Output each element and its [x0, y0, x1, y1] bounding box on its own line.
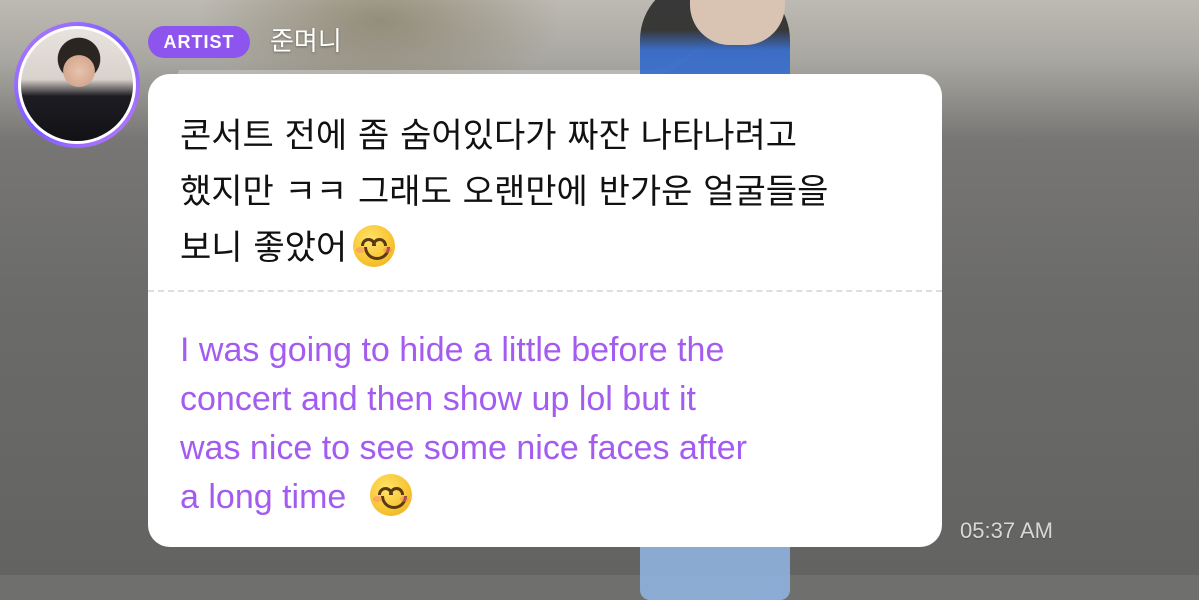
artist-badge: ARTIST [148, 26, 250, 58]
smiling-face-emoji-icon [369, 474, 412, 516]
smiling-face-emoji-icon [353, 225, 396, 267]
message-translation-line: I was going to hide a little before the [180, 331, 725, 369]
artist-avatar-ring[interactable] [14, 22, 140, 148]
username[interactable]: 준며니 [270, 24, 342, 60]
message-translation-line: was nice to see some nice faces after [180, 429, 747, 467]
translation-divider [148, 290, 942, 292]
message-korean-line-text: 보니 좋았어 [180, 228, 348, 268]
avatar[interactable] [18, 26, 136, 144]
message-korean-line: 했지만 ㅋㅋ 그래도 오랜만에 반가운 얼굴들을 [180, 172, 829, 212]
message-translation: I was going to hide a little before the … [180, 326, 920, 522]
message-timestamp: 05:37 AM [960, 518, 1053, 543]
message-translation-line: concert and then show up lol but it [180, 380, 696, 418]
message-translation-line: a long time [180, 473, 920, 522]
message-korean-line: 콘서트 전에 좀 숨어있다가 짜잔 나타나려고 [180, 116, 798, 156]
message-korean-line: 보니 좋았어 [180, 220, 920, 276]
message-bubble[interactable]: 콘서트 전에 좀 숨어있다가 짜잔 나타나려고 했지만 ㅋㅋ 그래도 오랜만에 … [148, 74, 942, 547]
message-translation-line-text: a long time [180, 478, 347, 516]
message-korean: 콘서트 전에 좀 숨어있다가 짜잔 나타나려고 했지만 ㅋㅋ 그래도 오랜만에 … [180, 108, 920, 276]
